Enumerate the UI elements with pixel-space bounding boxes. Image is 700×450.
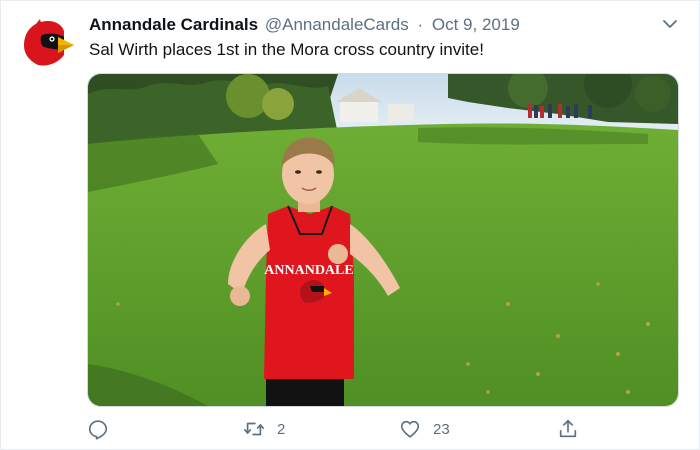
avatar[interactable] [18, 15, 74, 71]
tweet-text: Sal Wirth places 1st in the Mora cross c… [89, 40, 484, 59]
heart-icon [400, 420, 420, 438]
tweet-media[interactable]: ANNANDALE [87, 73, 679, 407]
separator-dot: · [417, 15, 424, 34]
runner-photo: ANNANDALE [88, 74, 678, 406]
tweet-date[interactable]: Oct 9, 2019 [432, 15, 520, 34]
tweet-card[interactable]: Annandale Cardinals @AnnandaleCards · Oc… [0, 0, 700, 450]
retweet-button[interactable]: 2 [243, 415, 285, 443]
reply-button[interactable] [87, 415, 121, 443]
share-icon [559, 419, 577, 438]
shirt-text: ANNANDALE [264, 263, 353, 278]
retweet-icon [244, 422, 264, 436]
retweet-count: 2 [277, 420, 286, 438]
reply-icon [88, 420, 108, 440]
chevron-down-icon[interactable] [661, 15, 679, 33]
user-handle[interactable]: @AnnandaleCards [265, 15, 409, 34]
display-name[interactable]: Annandale Cardinals [89, 15, 258, 34]
like-count: 23 [433, 420, 450, 438]
action-bar: 2 23 [87, 415, 587, 443]
share-button[interactable] [557, 415, 579, 443]
like-button[interactable]: 23 [399, 415, 450, 443]
cardinal-logo-icon [18, 15, 74, 71]
tweet-header: Annandale Cardinals @AnnandaleCards · Oc… [89, 14, 659, 36]
